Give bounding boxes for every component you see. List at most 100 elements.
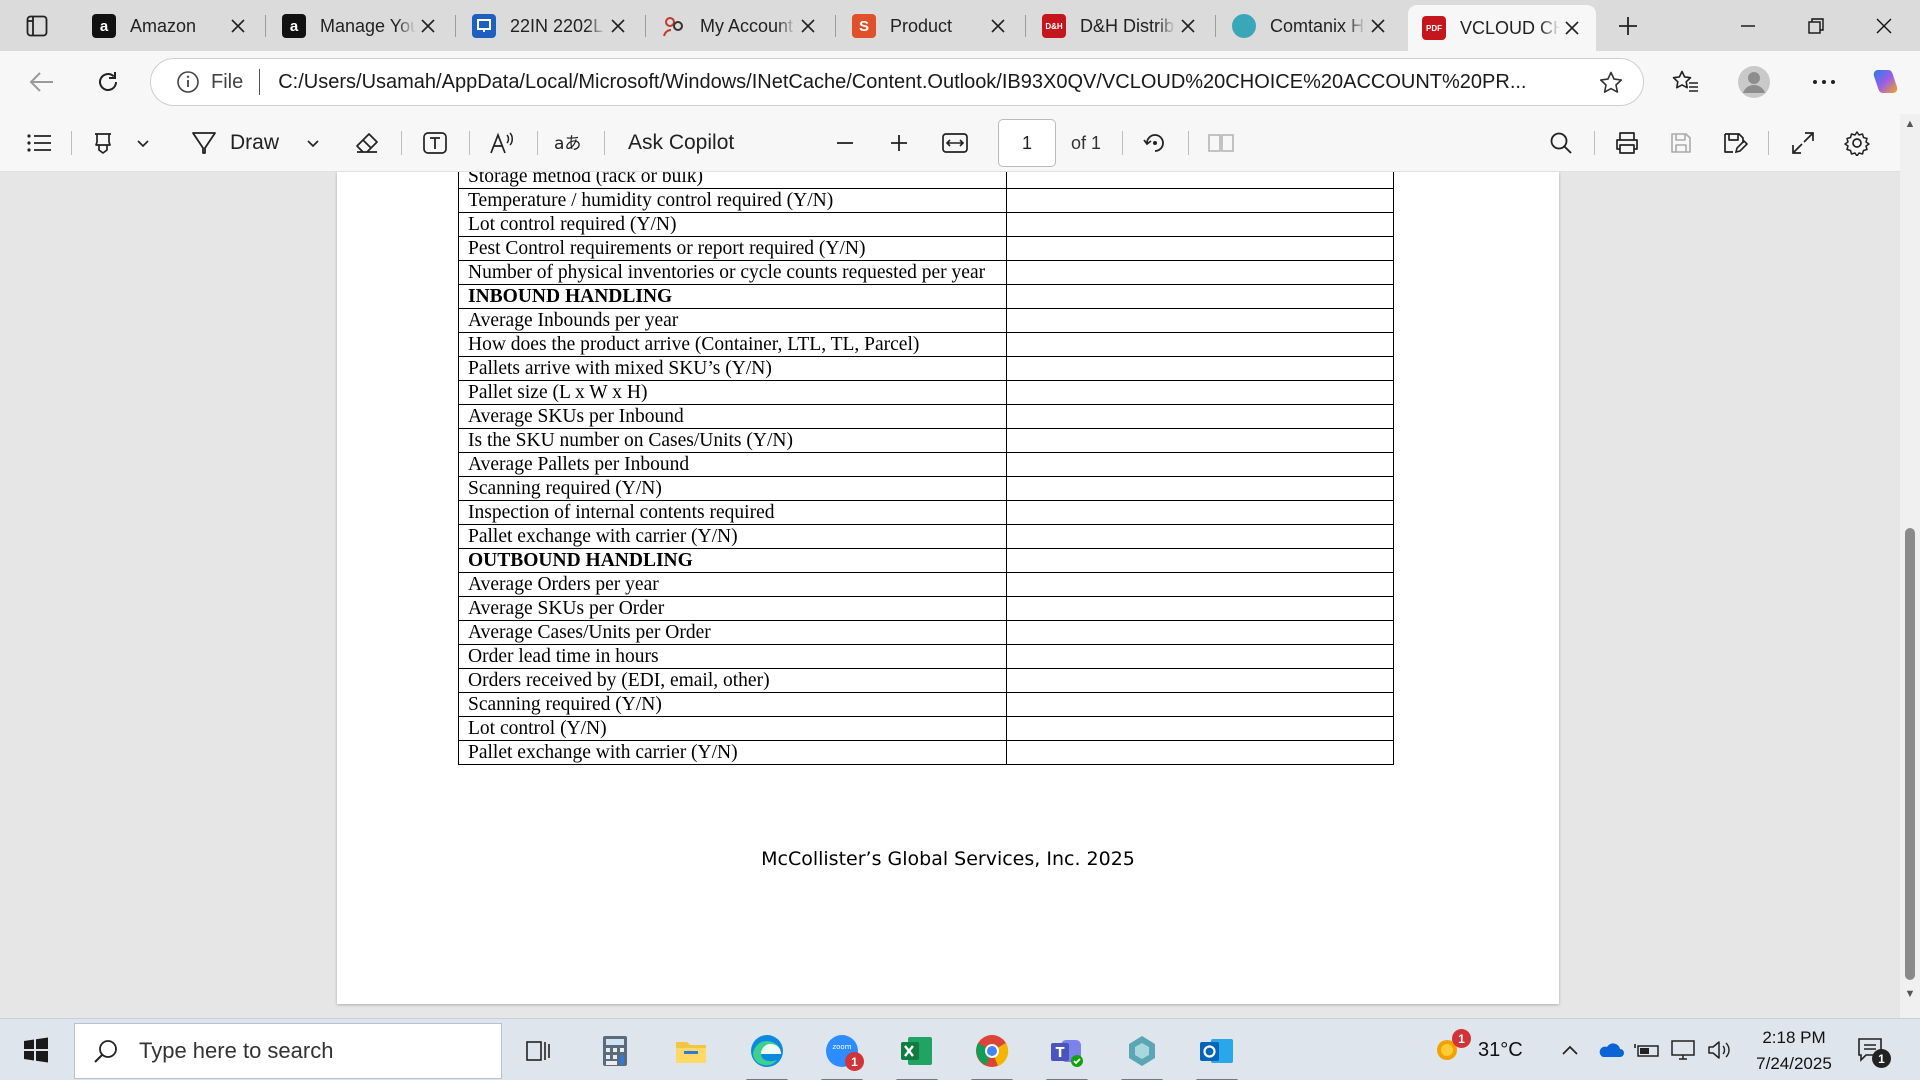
answer-cell[interactable]: [1006, 452, 1394, 477]
tab-close-icon[interactable]: [416, 14, 440, 38]
info-icon[interactable]: [175, 69, 201, 95]
answer-cell[interactable]: [1006, 740, 1394, 765]
browser-tab[interactable]: 22IN 2202L: [458, 5, 642, 47]
answer-cell[interactable]: [1006, 620, 1394, 645]
tab-close-icon[interactable]: [606, 14, 630, 38]
answer-cell[interactable]: [1006, 188, 1394, 213]
zoom-in-icon[interactable]: [884, 123, 914, 163]
page-view-icon[interactable]: [1204, 123, 1238, 163]
workspaces-icon[interactable]: [14, 10, 60, 42]
answer-cell[interactable]: [1006, 644, 1394, 669]
chrome-icon[interactable]: [961, 1026, 1023, 1080]
outlook-icon[interactable]: [1186, 1026, 1248, 1080]
copilot-icon[interactable]: [1864, 60, 1908, 104]
comtanix-app-icon[interactable]: [1111, 1026, 1173, 1080]
url-text[interactable]: C:/Users/Usamah/AppData/Local/Microsoft/…: [278, 71, 1568, 94]
answer-cell[interactable]: [1006, 260, 1394, 285]
file-explorer-icon[interactable]: [660, 1026, 722, 1076]
settings-gear-icon[interactable]: [1840, 123, 1874, 163]
answer-cell[interactable]: [1006, 212, 1394, 237]
answer-cell[interactable]: [1006, 172, 1394, 189]
answer-cell[interactable]: [1006, 332, 1394, 357]
find-search-icon[interactable]: [1544, 123, 1578, 163]
notification-center-icon[interactable]: 1: [1856, 1019, 1891, 1080]
taskbar-search-box[interactable]: Type here to search: [74, 1023, 502, 1079]
network-icon[interactable]: [1670, 1019, 1698, 1080]
tab-close-icon[interactable]: [986, 14, 1010, 38]
draw-button[interactable]: Draw: [190, 123, 279, 163]
draw-chevron-down-icon[interactable]: [302, 123, 324, 163]
page-number-input[interactable]: 1: [998, 119, 1056, 167]
answer-cell[interactable]: [1006, 668, 1394, 693]
answer-cell[interactable]: [1006, 380, 1394, 405]
print-icon[interactable]: [1610, 123, 1644, 163]
pdf-viewer[interactable]: Storage method (rack or bulk) Temperature…: [0, 172, 1920, 1018]
tab-close-icon[interactable]: [796, 14, 820, 38]
close-window-button[interactable]: [1850, 0, 1918, 51]
tab-close-icon[interactable]: [1176, 14, 1200, 38]
browser-tab[interactable]: S Product: [838, 5, 1022, 47]
address-bar[interactable]: File C:/Users/Usamah/AppData/Local/Micro…: [150, 58, 1644, 106]
zoom-out-icon[interactable]: [830, 123, 860, 163]
onedrive-cloud-icon[interactable]: [1596, 1019, 1624, 1080]
fit-to-width-icon[interactable]: [938, 123, 972, 163]
contents-list-icon[interactable]: [22, 123, 56, 163]
answer-cell[interactable]: [1006, 596, 1394, 621]
profile-avatar[interactable]: [1732, 60, 1776, 104]
answer-cell[interactable]: [1006, 500, 1394, 525]
save-as-icon[interactable]: [1718, 123, 1752, 163]
weather-widget[interactable]: 1 31°C: [1432, 1019, 1523, 1080]
ask-copilot-button[interactable]: Ask Copilot: [628, 123, 734, 163]
browser-tab[interactable]: a Amazon: [78, 5, 262, 47]
new-tab-button[interactable]: [1605, 10, 1651, 42]
back-button[interactable]: [20, 60, 64, 104]
browser-tab[interactable]: Comtanix Hi: [1218, 5, 1402, 47]
eraser-icon[interactable]: [350, 123, 384, 163]
scrollbar-thumb[interactable]: [1905, 528, 1915, 980]
teams-icon[interactable]: T: [1036, 1026, 1098, 1080]
fullscreen-icon[interactable]: [1786, 123, 1820, 163]
answer-cell[interactable]: [1006, 524, 1394, 549]
answer-cell[interactable]: [1006, 356, 1394, 381]
tab-close-icon[interactable]: [1366, 14, 1390, 38]
answer-cell[interactable]: [1006, 476, 1394, 501]
add-text-icon[interactable]: [418, 123, 452, 163]
rotate-icon[interactable]: [1138, 123, 1172, 163]
answer-cell[interactable]: [1006, 308, 1394, 333]
answer-cell[interactable]: [1006, 236, 1394, 261]
zoom-icon[interactable]: zoom 1: [811, 1026, 873, 1080]
read-aloud-icon[interactable]: [486, 123, 520, 163]
excel-icon[interactable]: [886, 1026, 948, 1080]
answer-cell[interactable]: [1006, 548, 1394, 573]
answer-cell[interactable]: [1006, 404, 1394, 429]
answer-cell[interactable]: [1006, 428, 1394, 453]
restore-button[interactable]: [1782, 0, 1850, 51]
highlight-icon[interactable]: [88, 123, 118, 163]
answer-cell[interactable]: [1006, 716, 1394, 741]
battery-icon[interactable]: [1634, 1019, 1660, 1080]
refresh-button[interactable]: [86, 60, 130, 104]
browser-tab[interactable]: PDF VCLOUD CH: [1408, 5, 1596, 51]
windows-start-icon[interactable]: [12, 1030, 60, 1070]
favorite-star-icon[interactable]: [1597, 69, 1625, 97]
tab-close-icon[interactable]: [1560, 16, 1584, 40]
scroll-down-icon[interactable]: ▼: [1903, 988, 1917, 1002]
vertical-scrollbar[interactable]: ▲ ▼: [1900, 114, 1920, 1018]
edge-icon[interactable]: [736, 1026, 798, 1080]
task-view-icon[interactable]: [508, 1026, 570, 1076]
browser-tab[interactable]: My Account: [648, 5, 832, 47]
answer-cell[interactable]: [1006, 572, 1394, 597]
tab-close-icon[interactable]: [226, 14, 250, 38]
volume-speaker-icon[interactable]: [1706, 1019, 1732, 1080]
scroll-up-icon[interactable]: ▲: [1903, 118, 1917, 132]
favorites-icon[interactable]: [1664, 60, 1708, 104]
answer-cell[interactable]: [1006, 692, 1394, 717]
calculator-icon[interactable]: [584, 1026, 646, 1076]
save-icon[interactable]: [1664, 123, 1698, 163]
minimize-button[interactable]: [1714, 0, 1782, 51]
system-clock[interactable]: 2:18 PM 7/24/2025: [1734, 1025, 1854, 1077]
highlight-chevron-down-icon[interactable]: [132, 123, 154, 163]
browser-tab[interactable]: a Manage Your: [268, 5, 452, 47]
answer-cell[interactable]: [1006, 284, 1394, 309]
more-options-icon[interactable]: [1802, 60, 1846, 104]
